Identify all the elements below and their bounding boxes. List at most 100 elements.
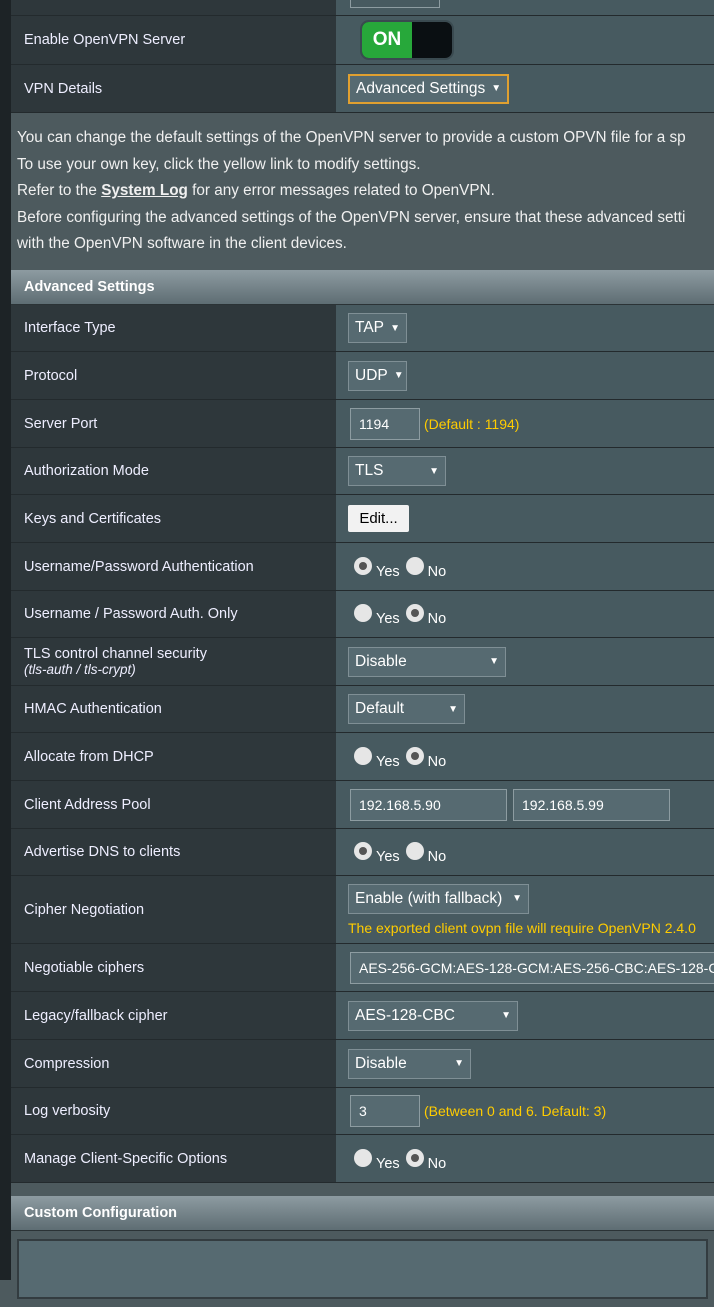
hmac-authentication-select[interactable]: Default ▼ [348, 694, 465, 724]
allocate-from-dhcp-radio-no[interactable]: No [405, 746, 446, 770]
enable-openvpn-toggle[interactable]: ON [362, 22, 452, 58]
client-address-pool-row: Client Address Pool 192.168.5.90 192.168.5… [11, 781, 714, 829]
custom-configuration-textarea[interactable] [17, 1239, 708, 1299]
interface-type-select[interactable]: TAP ▼ [348, 313, 407, 343]
client-address-pool-end-input[interactable]: 192.168.5.99 [513, 788, 670, 821]
protocol-value: UDP ▼ [336, 352, 714, 399]
cipher-negotiation-note: The exported client ovpn file will requi… [348, 919, 696, 936]
manage-client-specific-options-controls: Yes No [354, 1148, 714, 1172]
username-password-authentication-radio-label: No [427, 563, 447, 580]
chevron-down-icon: ▼ [489, 656, 499, 667]
hmac-authentication-row: HMAC Authentication Default ▼ [11, 686, 714, 733]
cipher-negotiation-label-text: Cipher Negotiation [24, 901, 145, 918]
interface-type-row: Interface Type TAP ▼ [11, 305, 714, 352]
tls-control-channel-security-sublabel: (tls-auth / tls-crypt) [24, 662, 136, 677]
system-log-link[interactable]: System Log [101, 182, 188, 199]
chevron-down-icon: ▼ [448, 703, 458, 715]
advertise-dns-to-clients-radio-no[interactable]: No [405, 842, 446, 865]
client-address-pool-label: Client Address Pool [11, 781, 336, 828]
server-port-value: 1194 (Default : 1194) [336, 400, 714, 447]
negotiable-ciphers-row: Negotiable ciphers AES-256-GCM:AES-128-GC… [11, 944, 714, 992]
compression-controls: Disable ▼ [348, 1048, 714, 1079]
legacy-fallback-cipher-row: Legacy/fallback cipher AES-128-CBC ▼ [11, 992, 714, 1040]
advertise-dns-to-clients-row: Advertise DNS to clients Yes No [11, 829, 714, 876]
log-verbosity-row: Log verbosity 3 (Between 0 and 6. Default:… [11, 1088, 714, 1135]
radio-icon[interactable] [405, 604, 424, 622]
interface-type-selected-value: TAP [355, 319, 384, 336]
radio-icon[interactable] [354, 842, 372, 860]
client-address-pool-value: 192.168.5.90 192.168.5.99 [336, 781, 714, 828]
username-password-auth-only-radio-no[interactable]: No [405, 604, 446, 627]
tls-control-channel-security-value: Disable ▼ [336, 638, 714, 685]
username-password-auth-only-row: Username / Password Auth. Only Yes No [11, 591, 714, 638]
advanced-settings-table: Interface Type TAP ▼ Protocol UDP ▼ Server Por… [11, 305, 714, 1183]
legacy-fallback-cipher-label-text: Legacy/fallback cipher [24, 1007, 168, 1024]
radio-icon[interactable] [354, 604, 372, 622]
username-password-authentication-value: Yes No [336, 543, 714, 590]
server-port-hint: (Default : 1194) [424, 415, 520, 432]
log-verbosity-input[interactable]: 3 [350, 1095, 420, 1127]
manage-client-specific-options-radio-no[interactable]: No [405, 1148, 446, 1172]
interface-type-label: Interface Type [11, 305, 336, 351]
username-password-authentication-row: Username/Password Authentication Yes No [11, 543, 714, 591]
client-address-pool-controls: 192.168.5.90 192.168.5.99 [348, 788, 714, 821]
compression-select[interactable]: Disable ▼ [348, 1048, 471, 1079]
authorization-mode-label: Authorization Mode [11, 448, 336, 494]
cipher-negotiation-label: Cipher Negotiation [11, 876, 336, 943]
radio-icon[interactable] [405, 556, 424, 575]
tls-control-channel-security-select[interactable]: Disable ▼ [348, 646, 506, 677]
advertise-dns-to-clients-controls: Yes No [354, 842, 714, 865]
client-address-pool-start-input[interactable]: 192.168.5.90 [350, 788, 507, 821]
keys-and-certificates-edit-button[interactable]: Edit... [348, 505, 409, 532]
allocate-from-dhcp-radio-label: No [427, 753, 447, 770]
advertise-dns-to-clients-label-text: Advertise DNS to clients [24, 844, 181, 860]
server-port-row: Server Port 1194 (Default : 1194) [11, 400, 714, 448]
authorization-mode-select[interactable]: TLS ▼ [348, 456, 446, 486]
radio-icon[interactable] [405, 746, 424, 765]
manage-client-specific-options-label-text: Manage Client-Specific Options [24, 1150, 228, 1167]
username-password-auth-only-label: Username / Password Auth. Only [11, 591, 336, 637]
cipher-negotiation-controls: Enable (with fallback) ▼ [348, 883, 714, 914]
username-password-auth-only-value: Yes No [336, 591, 714, 637]
legacy-fallback-cipher-controls: AES-128-CBC ▼ [348, 1000, 714, 1031]
advertise-dns-to-clients-radio-yes[interactable]: Yes [354, 842, 400, 865]
server-port-input[interactable]: 1194 [350, 407, 420, 440]
client-address-pool-label-text: Client Address Pool [24, 796, 151, 813]
chevron-down-icon: ▼ [454, 1058, 464, 1069]
username-password-auth-only-radio-label: No [427, 611, 447, 627]
radio-icon[interactable] [354, 1148, 372, 1167]
protocol-select[interactable]: UDP ▼ [348, 360, 407, 391]
server-port-label: Server Port [11, 400, 336, 447]
username-password-authentication-label: Username/Password Authentication [11, 543, 336, 590]
radio-icon[interactable] [354, 746, 372, 765]
radio-icon[interactable] [405, 1148, 424, 1167]
vpn-details-select[interactable]: Advanced Settings ▼ [348, 73, 509, 104]
allocate-from-dhcp-radio-yes[interactable]: Yes [354, 746, 400, 770]
partial-input[interactable] [350, 0, 440, 8]
authorization-mode-row: Authorization Mode TLS ▼ [11, 448, 714, 495]
chevron-down-icon: ▼ [390, 322, 400, 334]
cipher-negotiation-select[interactable]: Enable (with fallback) ▼ [348, 883, 529, 914]
tls-control-channel-security-selected-value: Disable [355, 652, 407, 670]
left-edge [0, 0, 11, 1280]
manage-client-specific-options-radio-yes[interactable]: Yes [354, 1148, 400, 1172]
radio-icon[interactable] [405, 842, 424, 860]
advertise-dns-to-clients-radio-label: No [427, 849, 447, 865]
radio-icon[interactable] [354, 556, 372, 575]
compression-label-text: Compression [24, 1055, 110, 1072]
authorization-mode-selected-value: TLS [355, 462, 384, 479]
interface-type-controls: TAP ▼ [348, 313, 714, 343]
username-password-authentication-radio-yes[interactable]: Yes [354, 556, 400, 580]
advertise-dns-to-clients-radio-label: Yes [376, 849, 400, 865]
username-password-auth-only-radio-yes[interactable]: Yes [354, 604, 400, 627]
tls-control-channel-security-row: TLS control channel security (tls-auth / … [11, 638, 714, 686]
hmac-authentication-selected-value: Default [355, 700, 405, 717]
partial-row [11, 0, 714, 16]
interface-type-value: TAP ▼ [336, 305, 714, 351]
legacy-fallback-cipher-select[interactable]: AES-128-CBC ▼ [348, 1000, 518, 1031]
negotiable-ciphers-input[interactable]: AES-256-GCM:AES-128-GCM:AES-256-CBC:AES-… [350, 951, 714, 984]
username-password-auth-only-radio-label: Yes [376, 611, 400, 627]
protocol-row: Protocol UDP ▼ [11, 352, 714, 400]
tls-control-channel-security-label: TLS control channel security (tls-auth / … [11, 638, 336, 685]
username-password-authentication-radio-no[interactable]: No [405, 556, 446, 580]
